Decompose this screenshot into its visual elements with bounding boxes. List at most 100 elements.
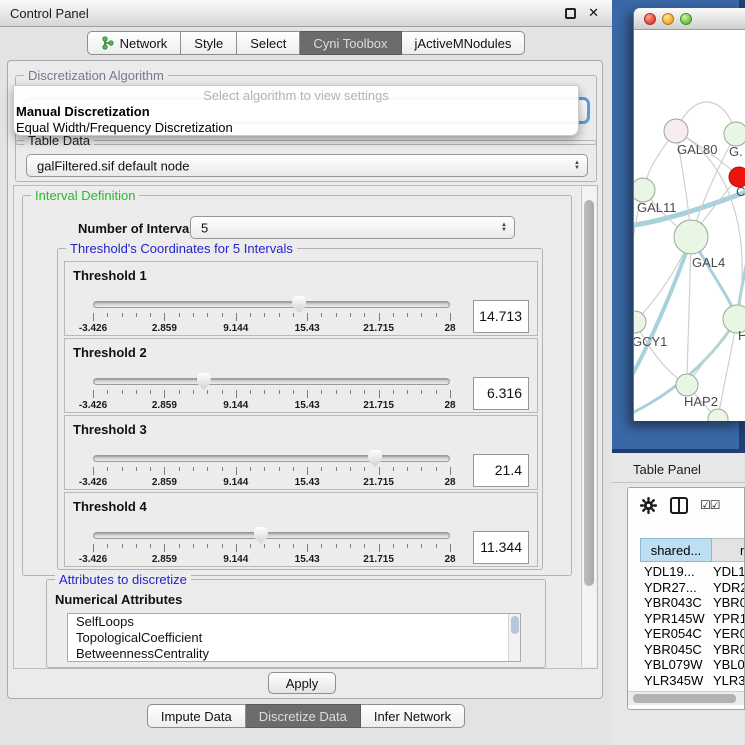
select-columns-icon[interactable] — [670, 497, 688, 514]
table-row[interactable]: YBR043CYBR0 — [640, 595, 745, 611]
settings-scrollbar-thumb[interactable] — [584, 200, 594, 586]
cell-name[interactable]: YPR1 — [707, 611, 745, 627]
node-label: H — [738, 328, 745, 343]
dropdown-option-equal-width-frequency[interactable]: Equal Width/Frequency Discretization — [16, 120, 576, 135]
numerical-attributes-list[interactable]: SelfLoopsTopologicalCoefficientBetweenne… — [67, 613, 521, 662]
table-row[interactable]: YPR145WYPR1 — [640, 611, 745, 627]
close-icon[interactable]: ✕ — [588, 5, 599, 21]
cell-shared-name[interactable]: YER054C — [640, 626, 707, 642]
threshold-value-field[interactable]: 6.316 — [473, 377, 529, 410]
checkbox-filter-icon[interactable] — [700, 498, 720, 512]
slider-track[interactable] — [93, 455, 450, 462]
slider-track[interactable] — [93, 532, 450, 539]
network-node[interactable] — [708, 409, 728, 421]
cell-shared-name[interactable]: YDR27... — [640, 580, 707, 596]
column-header-name[interactable]: n — [712, 538, 745, 562]
tab-impute-data[interactable]: Impute Data — [147, 704, 246, 728]
threshold-label: Threshold 4 — [73, 499, 147, 514]
gear-icon[interactable] — [640, 497, 657, 514]
network-canvas[interactable]: GAL80G.CGAL11GAL4GCY1HHAP2 — [634, 30, 745, 421]
tab-network[interactable]: Network — [87, 31, 182, 55]
cell-name[interactable]: YBR0 — [707, 595, 745, 611]
cell-shared-name[interactable]: YLR345W — [640, 673, 707, 689]
number-of-intervals-combobox[interactable]: 5 — [190, 216, 515, 239]
slider-thumb[interactable] — [254, 527, 268, 544]
network-node[interactable] — [676, 374, 698, 396]
table-row[interactable]: YER054CYER0 — [640, 626, 745, 642]
tab-infer-network[interactable]: Infer Network — [361, 704, 465, 728]
attribute-list-item[interactable]: SelfLoops — [68, 614, 520, 630]
cell-name[interactable]: YBR0 — [707, 642, 745, 658]
list-scrollbar[interactable] — [508, 614, 520, 661]
stepper-icon[interactable] — [501, 223, 507, 233]
threshold-row: Threshold 2 -3.4262.8599.14415.4321.7152… — [64, 338, 538, 413]
cell-name[interactable]: YBL0 — [707, 657, 745, 673]
float-window-icon[interactable] — [565, 8, 576, 19]
cell-shared-name[interactable]: YPR145W — [640, 611, 707, 627]
table-body[interactable]: YDL19...YDL1YDR27...YDR2YBR043CYBR0YPR14… — [640, 564, 745, 691]
network-view-window: GAL80G.CGAL11GAL4GCY1HHAP2 — [633, 8, 745, 421]
table-data-combobox[interactable]: galFiltered.sif default node — [26, 154, 588, 177]
table-row[interactable]: YBR045CYBR0 — [640, 642, 745, 658]
network-node[interactable] — [634, 311, 646, 333]
interval-definition-group: Interval Definition Number of Intervals … — [22, 195, 572, 576]
dropdown-option-manual-discretization[interactable]: Manual Discretization — [16, 104, 576, 119]
attribute-list-item[interactable]: TopologicalCoefficient — [68, 630, 520, 646]
network-graph[interactable]: GAL80G.CGAL11GAL4GCY1HHAP2 — [634, 30, 745, 421]
threshold-label: Threshold 1 — [73, 268, 147, 283]
window-zoom-button[interactable] — [680, 13, 692, 25]
slider-thumb[interactable] — [368, 450, 382, 467]
attribute-list-item[interactable]: BetweennessCentrality — [68, 646, 520, 662]
interval-definition-title: Interval Definition — [31, 188, 139, 203]
table-scrollbar-thumb[interactable] — [633, 694, 736, 703]
network-node[interactable] — [724, 122, 745, 146]
cell-shared-name[interactable]: YBR043C — [640, 595, 707, 611]
network-node[interactable] — [664, 119, 688, 143]
control-panel-titlebar: Control Panel ✕ — [0, 0, 612, 27]
cell-name[interactable]: YLR3 — [707, 673, 745, 689]
threshold-slider[interactable]: -3.4262.8599.14415.4321.71528 — [93, 527, 450, 567]
tab-label: Impute Data — [161, 709, 232, 724]
cell-shared-name[interactable]: YBR045C — [640, 642, 707, 658]
cell-shared-name[interactable]: YDL19... — [640, 564, 707, 580]
slider-track[interactable] — [93, 301, 450, 308]
cell-name[interactable]: YER0 — [707, 626, 745, 642]
slider-ticks — [93, 467, 450, 476]
tab-select[interactable]: Select — [237, 31, 300, 55]
threshold-slider[interactable]: -3.4262.8599.14415.4321.71528 — [93, 450, 450, 490]
slider-thumb[interactable] — [292, 296, 306, 313]
threshold-slider[interactable]: -3.4262.8599.14415.4321.71528 — [93, 373, 450, 413]
slider-thumb[interactable] — [197, 373, 211, 390]
cell-name[interactable]: YDL1 — [707, 564, 745, 580]
threshold-value-field[interactable]: 11.344 — [473, 531, 529, 564]
tab-jactivemnodules[interactable]: jActiveMNodules — [402, 31, 526, 55]
tab-discretize-data[interactable]: Discretize Data — [246, 704, 361, 728]
window-close-button[interactable] — [644, 13, 656, 25]
table-row[interactable]: YLR345WYLR3 — [640, 673, 745, 689]
table-toolbar — [628, 488, 744, 530]
table-panel-titlebar: Table Panel — [612, 453, 745, 483]
table-row[interactable]: YBL079WYBL0 — [640, 657, 745, 673]
cell-shared-name[interactable]: YBL079W — [640, 657, 707, 673]
network-node[interactable] — [634, 178, 655, 202]
tab-style[interactable]: Style — [181, 31, 237, 55]
network-node[interactable] — [674, 220, 708, 254]
settings-vertical-scrollbar[interactable] — [581, 187, 596, 667]
slider-track[interactable] — [93, 378, 450, 385]
number-of-intervals-label: Number of Intervals — [78, 221, 200, 236]
threshold-slider[interactable]: -3.4262.8599.14415.4321.71528 — [93, 296, 450, 336]
threshold-value-field[interactable]: 14.713 — [473, 300, 529, 333]
network-nodes[interactable] — [634, 119, 745, 421]
window-minimize-button[interactable] — [662, 13, 674, 25]
table-row[interactable]: YDR27...YDR2 — [640, 580, 745, 596]
table-horizontal-scrollbar[interactable] — [628, 691, 744, 705]
list-scrollbar-thumb[interactable] — [511, 616, 519, 634]
table-row[interactable]: YDL19...YDL1 — [640, 564, 745, 580]
apply-button[interactable]: Apply — [268, 672, 336, 694]
cell-name[interactable]: YDR2 — [707, 580, 745, 596]
slider-ticks — [93, 390, 450, 399]
stepper-icon[interactable] — [574, 161, 580, 171]
column-header-shared-name[interactable]: shared... — [640, 538, 712, 562]
threshold-value-field[interactable]: 21.4 — [473, 454, 529, 487]
tab-cyni-toolbox[interactable]: Cyni Toolbox — [300, 31, 401, 55]
